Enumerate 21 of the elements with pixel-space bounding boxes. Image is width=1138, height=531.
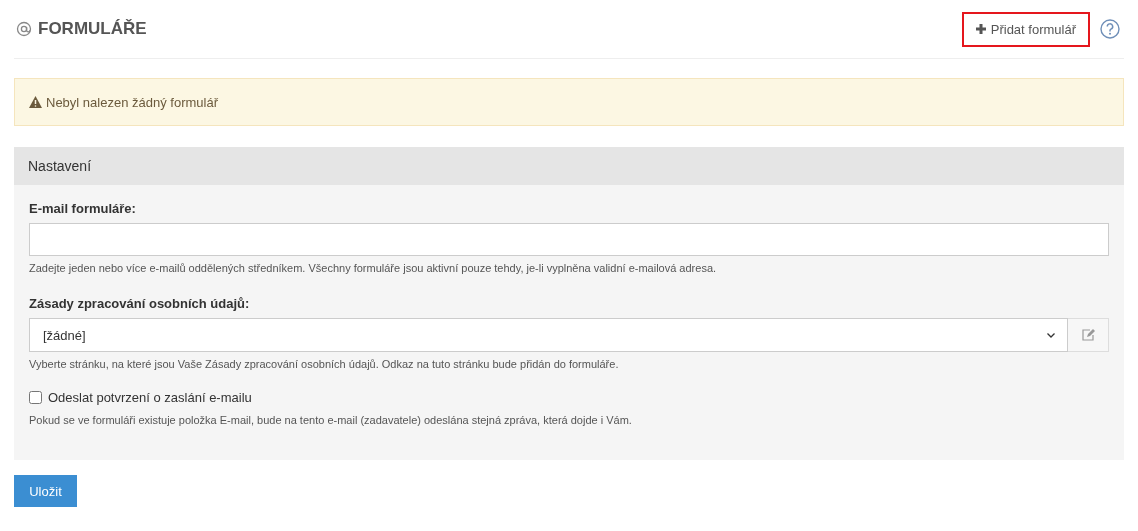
confirm-checkbox[interactable] [29,391,42,404]
help-text: Zadejte jeden nebo více e-mailů oddělených středníkem. Všechny formuláře jsou aktivní pouze tehdy, je-li vyplněna validní e-mailová adresa. [29,262,717,274]
chevron-down-icon [1047,332,1055,338]
edit-icon [1081,329,1095,341]
add-form-button[interactable]: Přidat formulář [961,11,1090,47]
help-text: Pokud se ve formuláři existuje položka E-mail, bude na tento e-mail (zadavatele) odeslána stejná zpráva, která dojde i Vám. [29,414,632,426]
field-label: E-mail formuláře: [29,201,136,216]
policy-select[interactable]: [žádné] [29,318,1068,352]
panel-title: Nastavení [14,147,1124,185]
at-sign-icon [16,21,32,37]
warning-icon [29,96,42,108]
page-title: FORMULÁŘE [38,19,148,39]
plus-icon [975,24,986,34]
field-label: Zásady zpracování osobních údajů: [29,296,250,311]
help-text: Vyberte stránku, na které jsou Vaše Zásady zpracování osobních údajů. Odkaz na tuto stránku bude přidán do formuláře. [29,358,619,370]
edit-button[interactable] [1068,318,1109,352]
help-icon[interactable] [1100,19,1120,39]
email-input-field[interactable] [29,223,1109,256]
checkbox-label: Odeslat potvrzení o zaslání e-mailu [48,390,252,405]
alert-text: Nebyl nalezen žádný formulář [46,94,218,110]
save-button[interactable]: Uložit [14,475,77,507]
